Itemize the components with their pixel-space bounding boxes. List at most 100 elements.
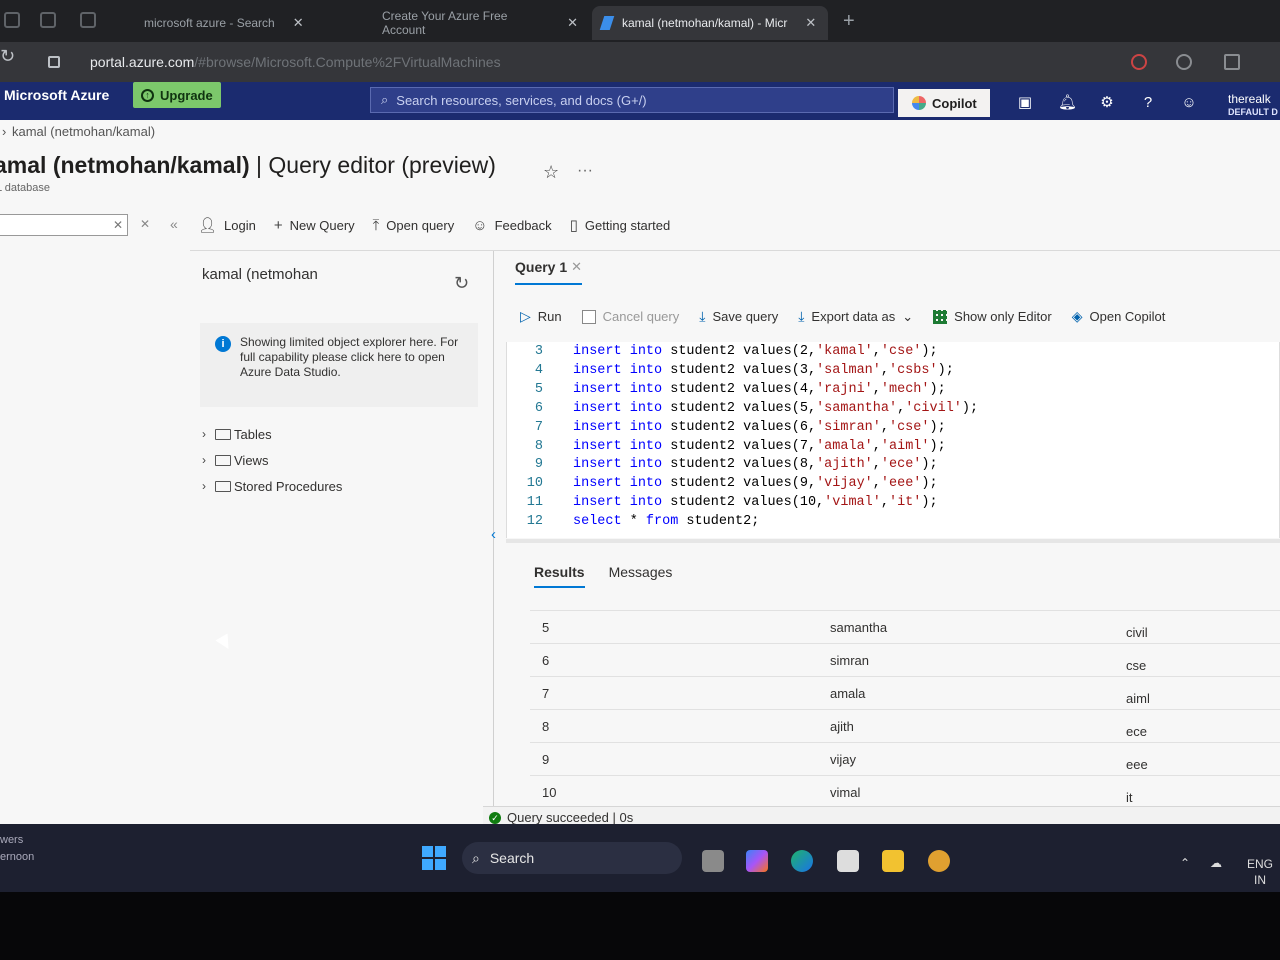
vertical-tabs-icon[interactable] xyxy=(80,12,96,28)
windows-start-icon[interactable] xyxy=(422,846,446,870)
show-only-editor-button[interactable]: Show only Editor xyxy=(933,308,1052,325)
upgrade-arrow-icon: ↑ xyxy=(141,88,154,102)
upload-icon: ⤒ xyxy=(372,216,380,234)
table-row[interactable]: 9 vijay eee xyxy=(530,742,1280,775)
language-indicator[interactable]: ENG IN xyxy=(1247,856,1273,888)
chevron-right-icon: › xyxy=(202,453,206,467)
sql-keyword: into xyxy=(629,381,663,397)
azure-brand[interactable]: Microsoft Azure xyxy=(4,87,109,103)
code-editor[interactable]: 3 insert into student2 values(2,'kamal','… xyxy=(506,342,1280,538)
help-icon[interactable]: ? xyxy=(1140,95,1156,111)
sql-function: values xyxy=(743,438,792,454)
new-query-label: New Query xyxy=(289,217,355,233)
new-query-button[interactable]: + New Query xyxy=(274,216,355,234)
getting-started-button[interactable]: ▯ Getting started xyxy=(570,216,671,234)
tree-item-views[interactable]: › Views xyxy=(202,447,342,473)
sql-keyword: into xyxy=(629,344,663,359)
copilot-app-icon[interactable] xyxy=(746,850,768,872)
cancel-label: Cancel query xyxy=(602,309,680,324)
login-button[interactable]: 👤︎ Login xyxy=(198,216,256,234)
code-line: 12 select * from student2; xyxy=(507,514,760,532)
portal-content: kamal (netmohan/kamal) amal (netmohan/ka… xyxy=(0,120,1280,824)
close-menu-icon[interactable]: ✕ xyxy=(140,217,150,231)
task-view-icon[interactable] xyxy=(702,850,724,872)
folder-icon xyxy=(215,480,231,492)
feedback-button[interactable]: ☺ Feedback xyxy=(472,216,551,234)
azure-logo-icon xyxy=(599,16,615,30)
cancel-query-button[interactable]: Cancel query xyxy=(581,308,680,325)
global-search-input[interactable]: ⌕ Search resources, services, and docs (… xyxy=(370,87,894,113)
workspaces-icon[interactable] xyxy=(4,12,20,28)
copilot-button[interactable]: Copilot xyxy=(898,89,990,117)
sql-string: 'vijay' xyxy=(816,476,873,492)
menu-search-input[interactable]: ✕ xyxy=(0,214,128,236)
extension-icon[interactable] xyxy=(1131,54,1147,70)
onedrive-cloud-icon[interactable]: ☁ xyxy=(1210,856,1222,870)
reload-icon[interactable]: ↻ xyxy=(0,46,15,67)
tab-actions-icon[interactable] xyxy=(40,12,56,28)
table-cell: it xyxy=(1126,790,1133,805)
split-screen-icon[interactable] xyxy=(1224,54,1240,70)
close-icon[interactable]: ✕ xyxy=(567,15,578,31)
table-cell: aiml xyxy=(1126,691,1150,706)
table-cell: 5 xyxy=(542,620,550,635)
browser-tab-title: microsoft azure - Search xyxy=(144,16,275,30)
bell-icon[interactable]: 🔔︎ xyxy=(1058,95,1077,111)
browser-tab-2[interactable]: Create Your Azure Free Account ✕ xyxy=(372,6,588,40)
code-line: 6 insert into student2 values(5,'samantha… xyxy=(507,401,978,419)
account-directory: DEFAULT D xyxy=(1228,107,1278,117)
sql-function: values xyxy=(743,381,792,397)
table-row[interactable]: 8 ajith ece xyxy=(530,709,1280,742)
store-icon[interactable] xyxy=(837,850,859,872)
close-icon[interactable]: ✕ xyxy=(571,259,582,275)
taskbar-search[interactable]: ⌕ Search xyxy=(462,842,682,874)
file-explorer-icon[interactable] xyxy=(882,850,904,872)
save-query-button[interactable]: ⤓ Save query xyxy=(699,308,778,325)
export-data-dropdown[interactable]: ⤓ Export data as ⌄ xyxy=(798,308,913,325)
table-row[interactable]: 5 samantha civil xyxy=(530,610,1280,643)
browser-tab-1[interactable]: microsoft azure - Search ✕ xyxy=(134,6,344,40)
open-query-button[interactable]: ⤒ Open query xyxy=(373,216,455,234)
tab-results[interactable]: Results xyxy=(534,564,585,588)
table-cell: cse xyxy=(1126,658,1147,673)
more-options-icon[interactable]: ··· xyxy=(577,162,593,180)
run-button[interactable]: ▷ Run xyxy=(520,308,562,325)
edge-browser-icon[interactable] xyxy=(791,850,813,872)
refresh-icon[interactable]: ↻ xyxy=(454,273,469,294)
tab-query-1[interactable]: Query 1 ✕ xyxy=(515,259,583,285)
table-row[interactable]: 7 amala aiml xyxy=(530,676,1280,709)
weather-widget[interactable]: wers ernoon xyxy=(0,832,34,866)
favorite-star-icon[interactable]: ☆ xyxy=(543,162,559,183)
feedback-icon[interactable]: ☺ xyxy=(1181,95,1197,111)
code-text: insert into student2 values(3,'salman','… xyxy=(573,362,954,378)
tree-item-stored-procedures[interactable]: › Stored Procedures xyxy=(202,473,342,499)
app-badge-icon[interactable] xyxy=(928,850,950,872)
chevron-up-icon[interactable]: ⌃ xyxy=(1180,856,1190,870)
upgrade-button[interactable]: ↑ Upgrade xyxy=(133,82,221,108)
tab-messages[interactable]: Messages xyxy=(609,564,673,588)
table-row[interactable]: 6 simran cse xyxy=(530,643,1280,676)
browser-tab-3[interactable]: kamal (netmohan/kamal) - Micr ✕ xyxy=(592,6,828,40)
code-text: insert into student2 values(9,'vijay','e… xyxy=(573,476,938,492)
extensions-puzzle-icon[interactable] xyxy=(1176,54,1192,70)
sql-string: 'ajith' xyxy=(816,457,873,473)
clear-icon[interactable]: ✕ xyxy=(113,218,123,232)
editor-results-splitter[interactable] xyxy=(506,539,1280,543)
url-field[interactable]: portal.azure.com /#browse/Microsoft.Comp… xyxy=(48,48,960,76)
login-label: Login xyxy=(224,217,256,233)
breadcrumb[interactable]: kamal (netmohan/kamal) xyxy=(2,124,155,139)
collapse-explorer-icon[interactable]: ‹ xyxy=(491,526,496,543)
sql-keyword: into xyxy=(629,495,663,511)
tree-item-tables[interactable]: › Tables xyxy=(202,421,342,447)
open-copilot-button[interactable]: ◈ Open Copilot xyxy=(1072,308,1166,325)
gear-icon[interactable]: ⚙ xyxy=(1099,95,1115,111)
close-icon[interactable]: ✕ xyxy=(805,15,816,31)
code-line: 4 insert into student2 values(3,'salman',… xyxy=(507,363,954,381)
account-menu[interactable]: therealk DEFAULT D xyxy=(1228,93,1278,119)
table-row[interactable]: 10 vimal it xyxy=(530,775,1280,808)
close-icon[interactable]: ✕ xyxy=(293,15,304,31)
info-banner[interactable]: i Showing limited object explorer here. … xyxy=(200,323,478,407)
cloud-shell-icon[interactable]: ▣ xyxy=(1017,95,1033,111)
new-tab-icon[interactable]: + xyxy=(843,10,855,33)
collapse-menu-icon[interactable]: « xyxy=(170,216,178,232)
